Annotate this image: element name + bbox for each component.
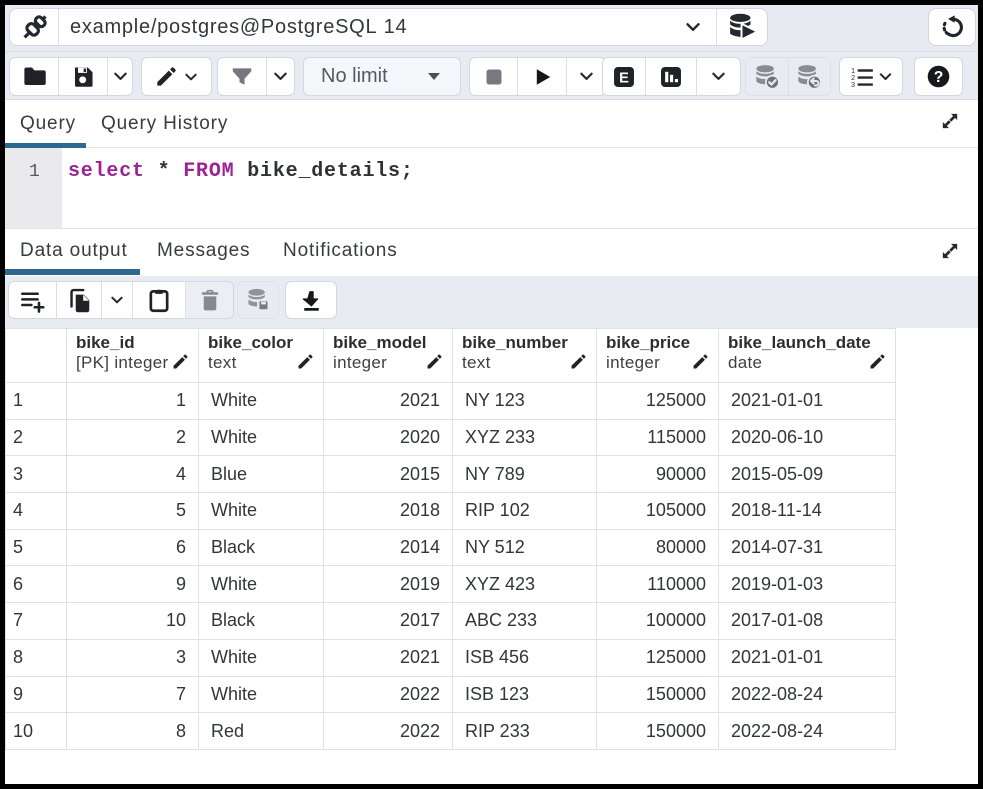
svg-text:3: 3 bbox=[851, 82, 855, 89]
svg-text:2: 2 bbox=[851, 75, 855, 82]
svg-text:?: ? bbox=[934, 69, 944, 86]
svg-text:1: 1 bbox=[851, 67, 855, 74]
svg-text:E: E bbox=[619, 70, 629, 86]
